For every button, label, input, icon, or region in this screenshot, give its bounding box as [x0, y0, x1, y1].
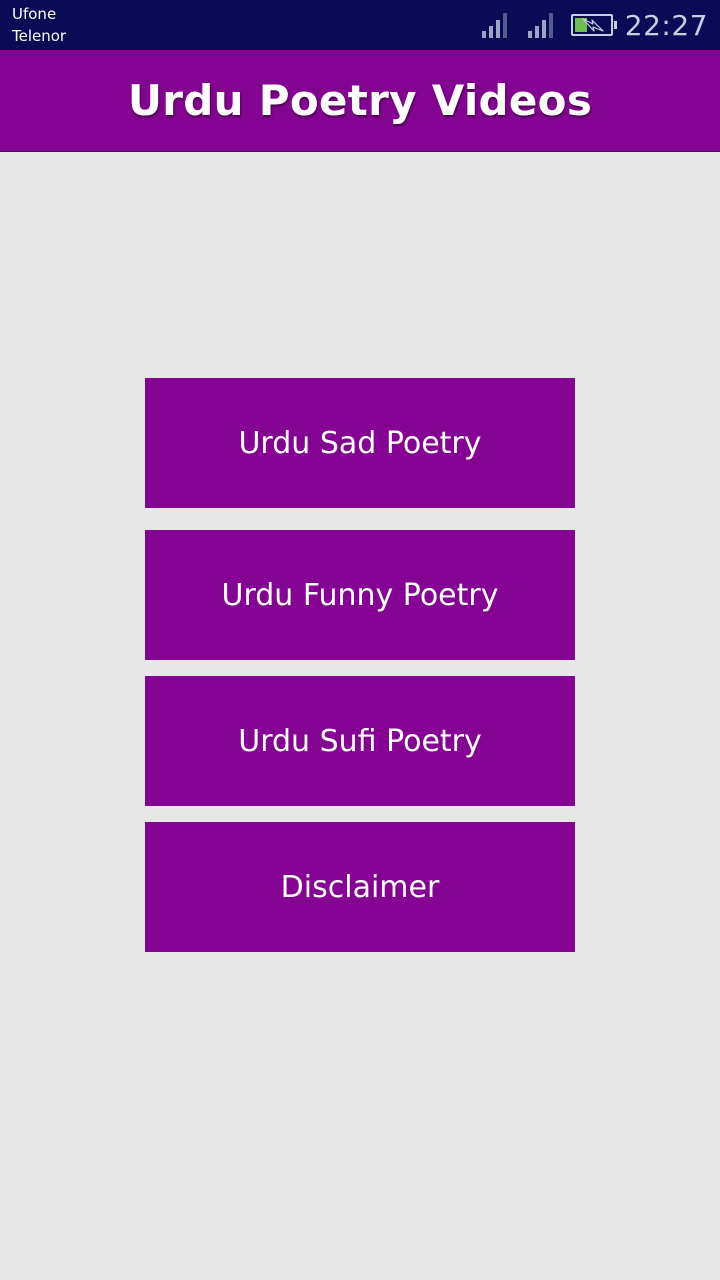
app-title: Urdu Poetry Videos	[127, 76, 593, 125]
signal-icon-sim2	[525, 12, 553, 38]
urdu-sad-poetry-button[interactable]: Urdu Sad Poetry	[145, 378, 575, 508]
carrier-2: Telenor	[12, 27, 67, 45]
urdu-funny-poetry-button[interactable]: Urdu Funny Poetry	[145, 530, 575, 660]
app-bar: Urdu Poetry Videos	[0, 50, 720, 152]
battery-charging-icon	[570, 14, 617, 36]
carrier-1: Ufone	[12, 5, 57, 23]
signal-icon-sim1	[479, 12, 507, 38]
urdu-sufi-poetry-button[interactable]: Urdu Sufi Poetry	[145, 676, 575, 806]
status-bar: Ufone Telenor 22:27	[0, 0, 720, 50]
carrier-list: Ufone Telenor	[12, 3, 66, 47]
status-clock: 22:27	[624, 8, 708, 42]
charging-bolt-icon	[582, 18, 604, 32]
disclaimer-button[interactable]: Disclaimer	[145, 822, 575, 952]
status-icons: 22:27	[479, 0, 708, 50]
